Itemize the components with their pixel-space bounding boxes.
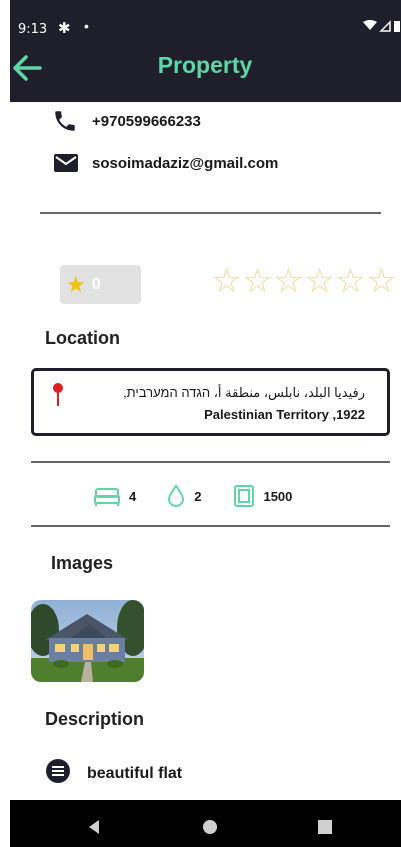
location-card: رفيديا البلد، نابلس، منطقة أ، הגדה המערב…: [31, 368, 390, 436]
property-features: 4 2 1500: [93, 483, 292, 509]
bed-icon: [93, 485, 121, 507]
description-text: beautiful flat: [87, 764, 183, 782]
property-image-thumbnail[interactable]: [31, 600, 144, 682]
address-line-2: Palestinian Territory ,1922: [204, 407, 365, 422]
mail-icon: [52, 150, 82, 176]
address-line-1: رفيديا البلد، نابلس، منطقة أ، הגדה המערב…: [123, 385, 365, 400]
notification-dot-icon: •: [84, 18, 89, 34]
email-address: sosoimadaziz@gmail.com: [92, 154, 279, 172]
area-icon: [233, 484, 255, 508]
star-outline-icon[interactable]: ☆: [242, 262, 273, 300]
images-heading: Images: [51, 553, 114, 573]
divider: [31, 525, 390, 527]
rating-badge: ★ 0: [60, 265, 141, 304]
star-outline-icon[interactable]: ☆: [304, 262, 335, 300]
nav-home-icon[interactable]: [203, 820, 217, 834]
baths-count: 2: [194, 488, 202, 504]
nav-recents-icon[interactable]: [318, 820, 332, 834]
status-time: 9:13: [18, 22, 48, 37]
star-outline-icon[interactable]: ☆: [366, 262, 397, 300]
map-pin-icon: [52, 383, 64, 407]
page-title: Property: [157, 52, 253, 78]
description-heading: Description: [45, 709, 145, 729]
divider: [31, 461, 390, 463]
email-row[interactable]: sosoimadaziz@gmail.com: [52, 150, 278, 176]
divider: [40, 212, 381, 214]
area-value: 1500: [263, 488, 293, 504]
star-outline-icon[interactable]: ☆: [211, 262, 242, 300]
water-drop-icon: [166, 484, 186, 508]
list-icon: [45, 758, 71, 789]
rating-stars[interactable]: ☆ ☆ ☆ ☆ ☆ ☆: [211, 262, 397, 300]
nav-back-icon[interactable]: [87, 819, 101, 840]
settings-icon: ✱: [58, 20, 71, 37]
phone-number: +970599666233: [92, 112, 201, 130]
signal-battery-icon: [361, 19, 401, 36]
rating-value: 0: [91, 275, 101, 293]
location-heading: Location: [45, 328, 120, 348]
star-outline-icon[interactable]: ☆: [273, 262, 304, 300]
beds-count: 4: [129, 488, 137, 504]
phone-icon: [52, 108, 82, 134]
star-filled-icon: ★: [66, 271, 86, 297]
phone-row[interactable]: +970599666233: [52, 108, 201, 134]
description-row: beautiful flat: [45, 758, 182, 789]
back-arrow-icon[interactable]: [10, 53, 50, 87]
star-outline-icon[interactable]: ☆: [335, 262, 366, 300]
